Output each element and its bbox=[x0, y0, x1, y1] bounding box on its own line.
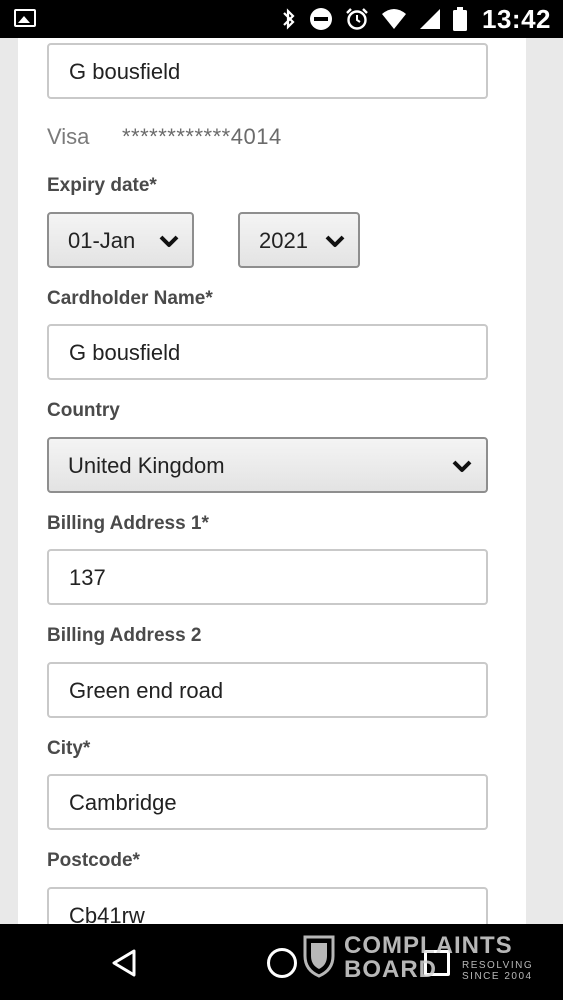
postcode-field[interactable]: Cb41rw bbox=[47, 887, 488, 924]
billing-address-2-label: Billing Address 2 bbox=[47, 625, 202, 646]
status-time: 13:42 bbox=[482, 4, 551, 34]
billing-address-1-label: Billing Address 1* bbox=[47, 513, 209, 534]
expiry-year-select[interactable]: 2021 bbox=[238, 212, 360, 268]
back-icon[interactable] bbox=[110, 948, 138, 978]
cardholder-name-label: Cardholder Name* bbox=[47, 288, 213, 309]
name-on-card-value: G bousfield bbox=[69, 59, 181, 84]
watermark-tagline: RESOLVING SINCE 2004 bbox=[462, 960, 533, 982]
billing-address-1-value: 137 bbox=[69, 565, 106, 590]
expiry-month-select[interactable]: 01-Jan bbox=[47, 212, 194, 268]
cardholder-name-field[interactable]: G bousfield bbox=[47, 324, 488, 380]
billing-address-1-field[interactable]: 137 bbox=[47, 549, 488, 605]
home-icon[interactable] bbox=[267, 948, 297, 978]
bluetooth-icon bbox=[283, 8, 295, 30]
chevron-down-icon bbox=[325, 235, 345, 247]
watermark-tag1: RESOLVING bbox=[462, 960, 534, 971]
shield-logo-icon bbox=[303, 935, 335, 978]
city-value: Cambridge bbox=[69, 790, 177, 815]
expiry-month-value: 01-Jan bbox=[68, 228, 136, 253]
checkout-page[interactable]: G bousfield Visa ************4014 Expiry… bbox=[0, 38, 563, 924]
postcode-label: Postcode* bbox=[47, 850, 140, 871]
watermark-tag2: SINCE 2004 bbox=[462, 971, 533, 982]
expiry-date-label: Expiry date* bbox=[47, 175, 157, 196]
city-label: City* bbox=[47, 738, 91, 759]
country-select[interactable]: United Kingdom bbox=[47, 437, 488, 493]
status-icons bbox=[281, 6, 467, 32]
wifi-icon bbox=[382, 9, 406, 29]
watermark-line2: BOARD bbox=[344, 956, 437, 983]
name-on-card-field[interactable]: G bousfield bbox=[47, 43, 488, 99]
complaints-board-watermark: COMPLAINTS BOARD RESOLVING SINCE 2004 bbox=[302, 932, 532, 984]
expiry-year-value: 2021 bbox=[259, 228, 308, 253]
country-label: Country bbox=[47, 400, 120, 421]
alarm-icon bbox=[346, 8, 368, 30]
image-icon bbox=[14, 9, 36, 27]
cardholder-name-value: G bousfield bbox=[69, 340, 181, 365]
card-type: Visa bbox=[47, 124, 90, 149]
billing-address-2-value: Green end road bbox=[69, 678, 224, 703]
country-value: United Kingdom bbox=[68, 453, 225, 478]
signal-icon bbox=[420, 9, 440, 29]
card-number-masked: ************4014 bbox=[122, 124, 282, 149]
billing-address-2-field[interactable]: Green end road bbox=[47, 662, 488, 718]
status-bar: 13:42 bbox=[0, 0, 563, 38]
battery-icon bbox=[453, 7, 467, 31]
city-field[interactable]: Cambridge bbox=[47, 774, 488, 830]
chevron-down-icon bbox=[159, 235, 179, 247]
chevron-down-icon bbox=[452, 460, 472, 472]
do-not-disturb-icon bbox=[310, 8, 332, 30]
postcode-value: Cb41rw bbox=[69, 903, 145, 924]
